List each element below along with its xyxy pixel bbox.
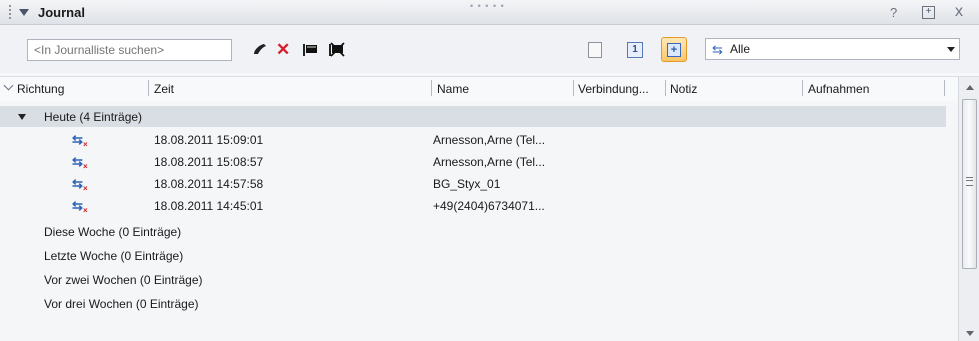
journal-search-input[interactable] [27,39,232,61]
journal-panel: Journal • • • • • ? + x ✕ 1 + ⇆ Al [0,0,979,341]
entry-name: Arnesson,Arne (Tel... [433,155,546,169]
column-aufnahmen[interactable]: Aufnahmen [808,82,869,96]
scroll-up-icon[interactable] [966,85,974,90]
group-row-two-weeks-ago[interactable]: Vor zwei Wochen (0 Einträge) [44,273,203,287]
collapse-panel-icon[interactable] [19,9,29,16]
direction-filter-select[interactable]: ⇆ Alle [705,38,960,60]
entry-name: +49(2404)6734071... [433,199,545,213]
chevron-down-icon [947,47,955,52]
call-direction-icon: ⇆ [712,42,723,57]
column-verbindung[interactable]: Verbindung... [578,82,649,96]
calendar-view-icon[interactable]: 1 [627,42,643,58]
entry-time: 18.08.2011 15:08:57 [154,155,264,169]
journal-list: Heute (4 Einträge) ⇆ × 18.08.2011 15:09:0… [0,101,958,341]
sort-chevron-icon[interactable] [3,80,14,91]
scrollbar-grip-icon [966,177,973,186]
direction-filter-value: Alle [730,42,751,56]
group-row-today[interactable]: Heute (4 Einträge) [0,106,946,127]
journal-entry-row[interactable]: ⇆ × 18.08.2011 15:09:01 Arnesson,Arne (Te… [0,129,946,151]
column-header: Richtung Zeit Name Verbindung... Notiz A… [0,76,979,102]
column-separator[interactable] [573,80,574,96]
entry-name: BG_Styx_01 [433,177,501,191]
scrollbar-thumb[interactable] [962,99,977,269]
column-richtung[interactable]: Richtung [17,82,64,96]
grouped-view-icon: + [667,43,681,57]
journal-entry-row[interactable]: ⇆ × 18.08.2011 14:45:01 +49(2404)6734071.… [0,195,946,217]
delete-button[interactable]: ✕ [276,41,294,59]
missed-call-icon: ⇆ × [72,198,88,215]
help-button[interactable]: ? [890,5,897,20]
column-separator[interactable] [148,80,149,96]
group-row-three-weeks-ago[interactable]: Vor drei Wochen (0 Einträge) [44,297,199,311]
vertical-scrollbar[interactable] [958,77,979,341]
drag-grip-icon[interactable] [8,4,12,20]
flag-icon[interactable] [301,41,319,59]
panel-title: Journal [38,5,85,20]
column-separator[interactable] [944,80,945,96]
journal-toolbar: ✕ 1 + ⇆ Alle [0,25,979,73]
journal-entry-row[interactable]: ⇆ × 18.08.2011 15:08:57 Arnesson,Arne (Te… [0,151,946,173]
column-separator[interactable] [665,80,666,96]
title-bar: Journal • • • • • ? + x [0,0,979,25]
pin-button[interactable]: + [922,6,935,19]
entry-time: 18.08.2011 14:57:58 [154,177,264,191]
grouped-view-button[interactable]: + [661,37,687,62]
group-row-last-week[interactable]: Letzte Woche (0 Einträge) [44,249,183,263]
crossed-flag-icon[interactable] [327,41,345,59]
column-notiz[interactable]: Notiz [670,82,697,96]
column-separator[interactable] [802,80,803,96]
column-zeit[interactable]: Zeit [154,82,174,96]
column-separator[interactable] [431,80,432,96]
phone-icon[interactable] [251,41,269,59]
resize-grip-icon[interactable]: • • • • • [470,1,505,11]
scroll-down-icon[interactable] [966,331,974,336]
entry-name: Arnesson,Arne (Tel... [433,133,546,147]
missed-call-icon: ⇆ × [72,176,88,193]
entry-time: 18.08.2011 15:09:01 [154,133,264,147]
journal-entry-row[interactable]: ⇆ × 18.08.2011 14:57:58 BG_Styx_01 [0,173,946,195]
expand-group-icon[interactable] [18,114,26,120]
missed-call-icon: ⇆ × [72,154,88,171]
list-view-icon[interactable] [588,42,602,58]
group-row-this-week[interactable]: Diese Woche (0 Einträge) [44,225,181,239]
column-name[interactable]: Name [437,82,469,96]
entry-time: 18.08.2011 14:45:01 [154,199,264,213]
close-button[interactable]: x [955,3,963,21]
missed-call-icon: ⇆ × [72,132,88,149]
group-label: Heute (4 Einträge) [44,110,143,124]
